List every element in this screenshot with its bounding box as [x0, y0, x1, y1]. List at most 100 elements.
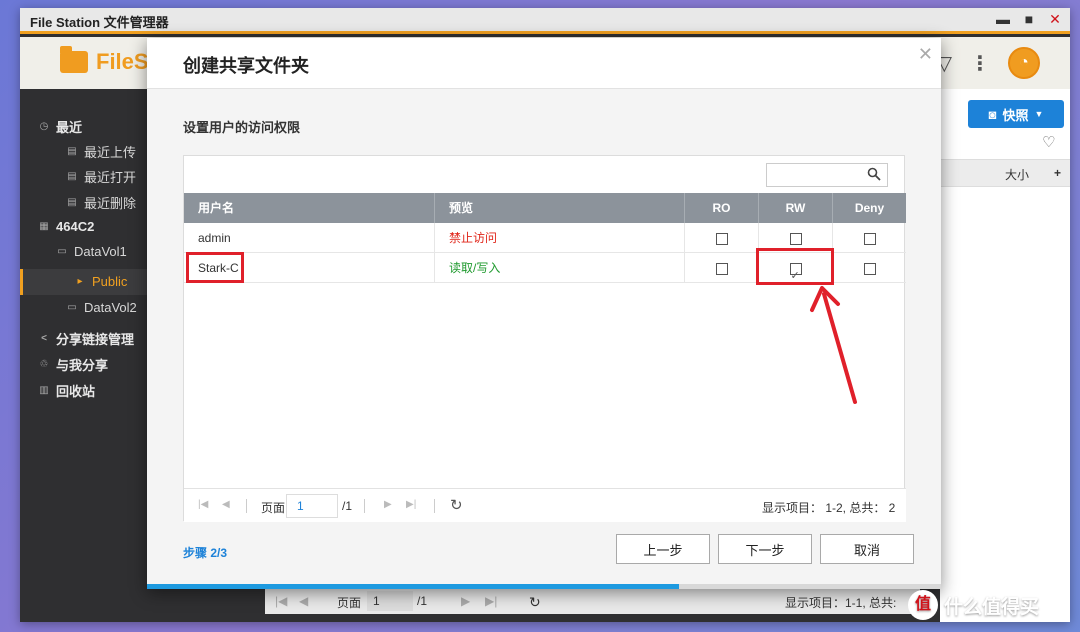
folder-icon: ▸ — [77, 276, 83, 287]
next-step-button[interactable]: 下一步 — [718, 534, 812, 564]
nas-icon: ▦ — [39, 221, 49, 232]
column-username[interactable]: 用户名 — [184, 193, 435, 223]
drive-icon: ▭ — [67, 302, 77, 313]
window-titlebar: File Station 文件管理器 ▬ ■ ✕ — [20, 8, 1070, 34]
page-number-input[interactable]: 1 — [286, 494, 338, 518]
preview-cell: 读取/写入 — [435, 253, 685, 283]
column-ro[interactable]: RO — [685, 193, 759, 223]
wizard-progress-fill — [147, 584, 679, 589]
app-logo: FileS — [60, 46, 149, 75]
sidebar-item-public[interactable]: ▸ Public — [74, 274, 127, 289]
search-icon — [867, 167, 881, 181]
drive-icon: ▭ — [57, 246, 67, 257]
permission-grid: 用户名 预览 RO RW Deny admin 禁止访问 Stark-C 读取/… — [183, 155, 906, 522]
pager-divider — [364, 499, 365, 513]
sidebar-item-shared-with-me[interactable]: ♲ 与我分享 — [38, 355, 109, 374]
ro-cell — [685, 253, 759, 283]
deny-cell — [833, 223, 906, 253]
user-avatar[interactable]: ◔ — [1008, 47, 1040, 79]
column-deny[interactable]: Deny — [833, 193, 906, 223]
ro-checkbox[interactable] — [715, 262, 728, 275]
clock-icon: ◷ — [39, 121, 49, 132]
background-pager: |◀ ◀ 页面 1 /1 ▶ ▶| ↻ 显示项目：1-1, 总共: — [265, 588, 920, 614]
file-list-pane: ◙ 快照 ▼ ♡ 大小 + — [940, 89, 1070, 622]
bg-page-total: /1 — [417, 594, 428, 608]
sidebar-item-share-links[interactable]: < 分享链接管理 — [38, 329, 134, 348]
wizard-progress-bar — [147, 584, 941, 589]
bg-page-input[interactable]: 1 — [367, 591, 413, 611]
prev-step-button[interactable]: 上一步 — [616, 534, 710, 564]
close-window-button[interactable]: ✕ — [1048, 11, 1062, 28]
shared-icon: ♲ — [39, 359, 49, 370]
user-search-input[interactable] — [766, 163, 888, 187]
watermark-badge: 值 — [908, 590, 938, 620]
last-page-icon[interactable]: ▶| — [485, 594, 497, 608]
sidebar-item-recent-open[interactable]: ▤ 最近打开 — [66, 167, 136, 186]
refresh-icon[interactable]: ↻ — [529, 594, 541, 611]
snapshot-button[interactable]: ◙ 快照 ▼ — [968, 100, 1064, 128]
bg-pager-status: 显示项目：1-1, 总共: — [785, 596, 897, 610]
rw-checkbox[interactable] — [789, 232, 802, 245]
sidebar-item-recent[interactable]: ◷ 最近 — [38, 117, 82, 136]
annotation-arrow-icon — [810, 286, 857, 404]
ro-cell — [685, 223, 759, 253]
pager-divider — [434, 499, 435, 513]
dialog-close-icon[interactable]: ✕ — [918, 44, 933, 65]
camera-icon: ◙ — [988, 106, 997, 122]
step-indicator: 步骤 2/3 — [183, 546, 228, 560]
sidebar-item-recent-delete[interactable]: ▤ 最近删除 — [66, 193, 136, 212]
ro-checkbox[interactable] — [715, 232, 728, 245]
column-rw[interactable]: RW — [759, 193, 833, 223]
preview-cell: 禁止访问 — [435, 223, 685, 253]
first-page-icon[interactable]: |◀ — [275, 594, 287, 608]
sidebar: ◷ 最近 ▤ 最近上传 ▤ 最近打开 ▤ 最近删除 ▦ 464C2 ▭ Data… — [20, 89, 148, 622]
trash-icon: ▥ — [39, 385, 49, 396]
heart-icon[interactable]: ♡ — [1042, 133, 1055, 151]
grid-pager: |◀ ◀ 页面 1 /1 ▶ ▶| ↻ 显示项目： 1-2, 总共： 2 — [184, 488, 906, 522]
maximize-button[interactable]: ■ — [1022, 11, 1036, 28]
user-name-cell: admin — [184, 223, 435, 253]
window-title: File Station 文件管理器 — [30, 15, 169, 30]
dialog-title: 创建共享文件夹 — [183, 56, 309, 76]
sidebar-item-datavol2[interactable]: ▭ DataVol2 — [66, 300, 137, 315]
pager-status: 显示项目： 1-2, 总共： 2 — [762, 501, 896, 515]
cancel-button[interactable]: 取消 — [820, 534, 914, 564]
sidebar-item-recent-upload[interactable]: ▤ 最近上传 — [66, 142, 136, 161]
refresh-icon[interactable]: ↻ — [450, 496, 463, 514]
deny-checkbox[interactable] — [863, 232, 876, 245]
prev-page-icon[interactable]: ◀ — [299, 594, 308, 608]
size-column-header[interactable]: 大小 + — [940, 159, 1070, 187]
page-label: 页面 — [261, 501, 286, 515]
add-column-button[interactable]: + — [1054, 166, 1061, 180]
last-page-icon[interactable]: ▶| — [406, 499, 416, 510]
deny-checkbox[interactable] — [863, 262, 876, 275]
deny-cell — [833, 253, 906, 283]
file-station-logo-icon — [60, 46, 88, 73]
annotation-highlight-user — [186, 252, 244, 283]
window-controls: ▬ ■ ✕ — [996, 11, 1062, 28]
page-total: /1 — [342, 499, 353, 513]
more-options-icon[interactable]: ⋮ — [970, 51, 990, 76]
next-page-icon[interactable]: ▶ — [384, 499, 392, 510]
doc-icon: ▤ — [67, 197, 77, 208]
watermark-text: 什么值得买 — [944, 596, 1040, 618]
header-icons: ▽ ⋮ ◔ — [937, 47, 1040, 79]
chevron-down-icon: ▼ — [1034, 109, 1044, 119]
prev-page-icon[interactable]: ◀ — [222, 499, 230, 510]
column-preview[interactable]: 预览 — [435, 193, 685, 223]
app-name: FileS — [96, 49, 149, 74]
bg-page-label: 页面 — [337, 596, 362, 610]
minimize-button[interactable]: ▬ — [996, 11, 1010, 28]
sidebar-item-nas[interactable]: ▦ 464C2 — [38, 219, 94, 234]
section-title: 设置用户的访问权限 — [183, 120, 301, 135]
doc-icon: ▤ — [67, 171, 77, 182]
next-page-icon[interactable]: ▶ — [461, 594, 470, 608]
doc-icon: ▤ — [67, 146, 77, 157]
pager-divider — [246, 499, 247, 513]
sidebar-item-recycle-bin[interactable]: ▥ 回收站 — [38, 381, 95, 400]
watermark: 值 什么值得买 — [908, 586, 1080, 624]
grid-header: 用户名 预览 RO RW Deny — [184, 193, 906, 223]
share-icon: < — [41, 333, 47, 344]
sidebar-item-datavol1[interactable]: ▭ DataVol1 — [56, 244, 127, 259]
first-page-icon[interactable]: |◀ — [198, 499, 208, 510]
